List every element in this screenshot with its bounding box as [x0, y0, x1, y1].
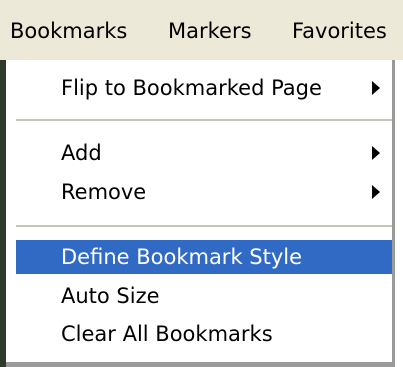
menu-item-label: Remove: [61, 180, 147, 204]
menu-item-flip-to-bookmarked-page[interactable]: Flip to Bookmarked Page: [16, 71, 392, 105]
menu-separator: [16, 119, 392, 121]
menubar-item-markers[interactable]: Markers: [168, 14, 252, 48]
submenu-arrow-icon: [372, 185, 380, 199]
bookmarks-dropdown-menu: Flip to Bookmarked Page Add Remove Defin…: [6, 60, 392, 362]
menu-item-add[interactable]: Add: [16, 136, 392, 170]
menu-item-label: Define Bookmark Style: [61, 245, 303, 269]
menubar-item-bookmarks[interactable]: Bookmarks: [10, 14, 127, 48]
menu-item-label: Add: [61, 141, 102, 165]
menu-bar: Bookmarks Markers Favorites: [0, 0, 403, 60]
submenu-arrow-icon: [372, 146, 380, 160]
menu-item-remove[interactable]: Remove: [16, 175, 392, 209]
menu-separator: [16, 225, 392, 227]
menu-item-label: Clear All Bookmarks: [61, 322, 273, 346]
menu-item-auto-size[interactable]: Auto Size: [16, 279, 392, 313]
submenu-arrow-icon: [372, 81, 380, 95]
menu-item-define-bookmark-style[interactable]: Define Bookmark Style: [16, 240, 392, 274]
menu-shadow-bottom: [6, 362, 395, 367]
menu-item-label: Flip to Bookmarked Page: [61, 76, 322, 100]
menubar-item-favorites[interactable]: Favorites: [292, 14, 387, 48]
menu-shadow-right: [392, 60, 395, 367]
menu-item-clear-all-bookmarks[interactable]: Clear All Bookmarks: [16, 317, 392, 351]
menu-item-label: Auto Size: [61, 284, 160, 308]
